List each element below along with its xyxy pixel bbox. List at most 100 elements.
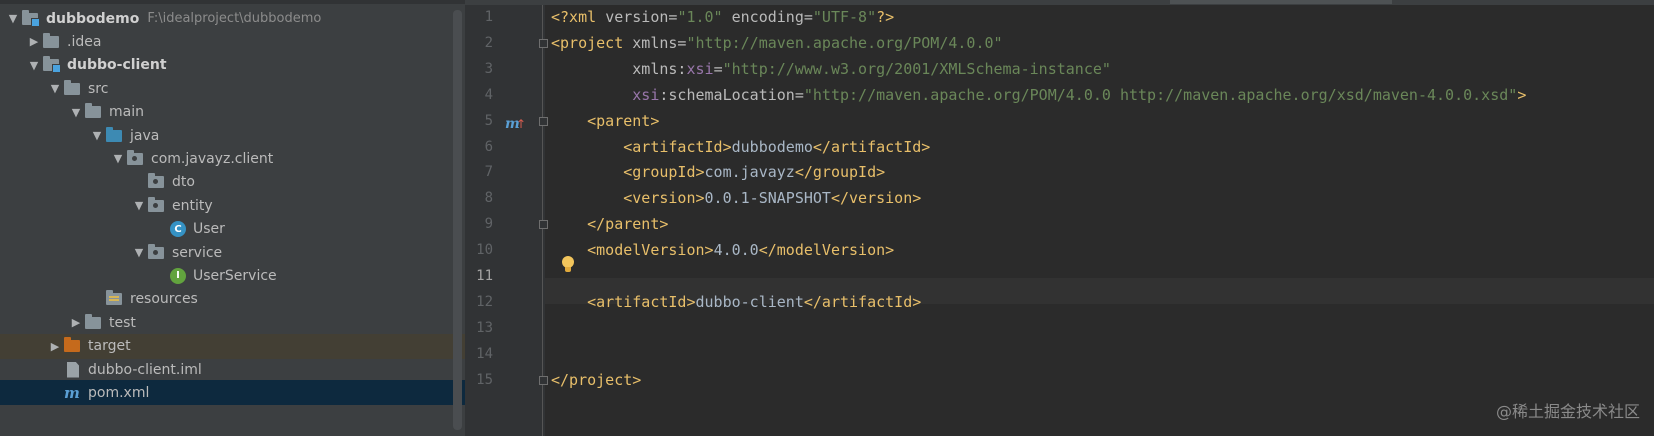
tree-item[interactable]: ▶ test	[0, 310, 465, 335]
line-number: 3	[484, 60, 493, 77]
tree-item[interactable]: ▼ entity	[0, 193, 465, 218]
line-number: 5	[484, 112, 493, 129]
line-number: 6	[484, 138, 493, 155]
tree-item[interactable]: ▶mpom.xml	[0, 380, 465, 406]
code-token: xmlns=	[632, 33, 687, 52]
expand-arrow-down-icon[interactable]: ▼	[130, 246, 148, 259]
maven-icon: m	[64, 383, 80, 402]
expand-arrow-down-icon[interactable]: ▼	[46, 82, 64, 95]
line-number: 4	[484, 86, 493, 103]
folder-icon	[85, 313, 103, 331]
folder-icon	[64, 79, 82, 97]
folder-icon	[85, 103, 103, 120]
fold-toggle-icon[interactable]	[539, 375, 548, 385]
code-token: </parent>	[551, 215, 669, 234]
tree-item-label: User	[193, 221, 225, 238]
expand-arrow-down-icon[interactable]: ▼	[4, 12, 22, 25]
code-token: "UTF-8"	[812, 8, 877, 26]
tree-item-label: test	[109, 314, 136, 331]
code-line[interactable]: <artifactId>dubbodemo</artifactId>	[551, 134, 930, 161]
class-icon: C	[169, 221, 187, 238]
tree-item[interactable]: ▼ dubbo-client	[0, 53, 465, 78]
tree-item[interactable]: ▶resources	[0, 287, 465, 312]
code-line[interactable]: xmlns:xsi="http://www.w3.org/2001/XMLSch…	[551, 56, 1111, 83]
fold-toggle-icon[interactable]	[539, 116, 548, 126]
code-line[interactable]: <version>0.0.1-SNAPSHOT</version>	[551, 185, 921, 212]
expand-arrow-down-icon[interactable]: ▼	[25, 59, 43, 72]
code-line[interactable]: <project xmlns="http://maven.apache.org/…	[551, 30, 1003, 57]
tree-item-label: dubbodemo	[46, 10, 140, 27]
line-number: 13	[476, 319, 493, 336]
line-number: 2	[484, 34, 493, 51]
line-number: 8	[484, 190, 493, 207]
code-line[interactable]: <parent>	[551, 108, 659, 135]
editor-tab-indicator[interactable]	[1170, 0, 1392, 4]
resources-folder-icon	[106, 290, 124, 307]
code-token: </artifactId>	[803, 292, 922, 311]
module-folder-icon	[43, 56, 61, 74]
code-editor[interactable]: 1 2 3 4 5 6 7 8 9 10 11 12 13 14 15 m ↑ <?xml version=…	[465, 0, 1654, 436]
expand-arrow-right-icon[interactable]: ▶	[67, 316, 85, 329]
tree-item-label: dubbo-client	[67, 57, 167, 74]
expand-arrow-right-icon[interactable]: ▶	[25, 35, 43, 48]
code-token: <parent>	[551, 111, 660, 130]
tree-item[interactable]: ▶ target	[0, 333, 465, 359]
tree-item-label: target	[88, 338, 131, 355]
editor-gutter[interactable]: 1 2 3 4 5 6 7 8 9 10 11 12 13 14 15	[465, 5, 545, 436]
code-token: </artifactId>	[812, 137, 931, 156]
fold-toggle-icon[interactable]	[539, 220, 548, 230]
tree-item[interactable]: ▶dubbo-client.iml	[0, 357, 465, 382]
code-token: "http://www.w3.org/2001/XMLSchema-instan…	[722, 59, 1111, 78]
project-panel-header-edge	[0, 0, 465, 4]
expand-arrow-down-icon[interactable]: ▼	[67, 106, 85, 119]
code-token: </project>	[551, 370, 642, 389]
code-token: =	[713, 59, 723, 78]
iml-file-icon	[64, 361, 82, 378]
tree-item[interactable]: ▼ main	[0, 100, 465, 125]
code-token: <groupId>	[551, 163, 705, 182]
tree-item[interactable]: ▶dto	[0, 170, 465, 195]
code-token: "http://maven.apache.org/POM/4.0.0 http:…	[803, 85, 1518, 104]
tree-item[interactable]: ▼ java	[0, 123, 465, 148]
code-token: ?>	[876, 8, 895, 26]
tree-item[interactable]: ▼ dubbodemo F:\idealproject\dubbodemo	[0, 6, 465, 31]
tree-item[interactable]: ▶CUser	[0, 217, 465, 242]
tree-item[interactable]: ▶ .idea	[0, 29, 465, 54]
tree-item[interactable]: ▼ src	[0, 76, 465, 101]
code-token: </version>	[830, 189, 922, 208]
package-icon	[148, 173, 166, 190]
tree-item-label: pom.xml	[88, 384, 150, 401]
expand-arrow-down-icon[interactable]: ▼	[88, 129, 106, 142]
code-line[interactable]: </parent>	[551, 211, 668, 238]
code-token: dubbo-client	[695, 292, 804, 311]
code-token: xsi	[686, 59, 714, 78]
line-number: 15	[476, 371, 493, 388]
watermark: @稀土掘金技术社区	[1495, 402, 1640, 421]
expand-arrow-down-icon[interactable]: ▼	[130, 199, 148, 212]
expand-arrow-right-icon[interactable]: ▶	[46, 340, 64, 353]
code-token: :schemaLocation=	[659, 85, 804, 104]
code-line[interactable]: xsi:schemaLocation="http://maven.apache.…	[551, 82, 1526, 109]
code-token: </modelVersion>	[758, 241, 895, 260]
navigate-up-arrow-icon[interactable]: ↑	[516, 117, 526, 131]
package-icon	[127, 149, 145, 167]
tree-item[interactable]: ▼ service	[0, 240, 465, 265]
code-line[interactable]: <artifactId>dubbo-client</artifactId>	[551, 289, 921, 316]
code-line[interactable]: <?xml version="1.0" encoding="UTF-8"?>	[551, 4, 894, 31]
code-line[interactable]: <groupId>com.javayz</groupId>	[551, 159, 885, 186]
code-token: 4.0.0	[713, 241, 759, 260]
code-token: <artifactId>	[551, 137, 732, 156]
line-number: 12	[476, 293, 493, 310]
code-token: <project	[551, 33, 633, 52]
expand-arrow-down-icon[interactable]: ▼	[109, 152, 127, 165]
project-tree-scrollbar[interactable]	[453, 10, 462, 430]
code-token: dubbodemo	[731, 137, 813, 156]
code-line[interactable]: <modelVersion>4.0.0</modelVersion>	[551, 237, 894, 264]
tree-item[interactable]: ▶IUserService	[0, 263, 465, 288]
tree-item[interactable]: ▼ com.javayz.client	[0, 146, 465, 171]
fold-toggle-icon[interactable]	[539, 38, 548, 48]
code-line[interactable]: </project>	[551, 367, 641, 394]
code-token: "1.0"	[677, 8, 732, 26]
tree-item-label: dto	[172, 174, 195, 191]
